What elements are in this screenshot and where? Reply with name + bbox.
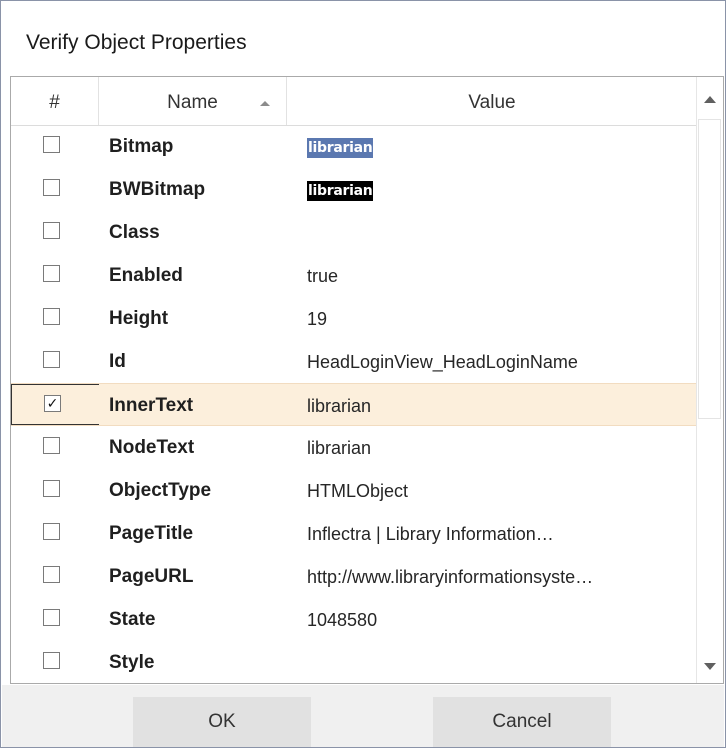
row-check-cell — [11, 469, 99, 512]
property-name: InnerText — [109, 395, 194, 416]
row-checkbox[interactable] — [43, 222, 60, 239]
sort-ascending-icon — [260, 101, 270, 106]
column-header-name[interactable]: Name — [99, 77, 287, 125]
table-row[interactable]: PageURL http://www.libraryinformationsyst… — [11, 555, 697, 598]
property-value: HTMLObject — [307, 481, 409, 501]
scroll-down-arrow-icon[interactable] — [697, 653, 723, 679]
table-row[interactable]: Id HeadLoginView_HeadLoginName — [11, 340, 697, 383]
grid-header: # Name Value — [11, 77, 697, 126]
row-check-cell — [11, 168, 99, 211]
cancel-button[interactable]: Cancel — [433, 697, 611, 747]
property-value: Inflectra | Library Information… — [307, 524, 554, 544]
table-row[interactable]: State 1048580 — [11, 598, 697, 641]
scrollbar-thumb[interactable] — [698, 119, 721, 419]
property-name: Style — [109, 652, 155, 673]
column-header-value[interactable]: Value — [287, 77, 697, 125]
row-check-cell — [11, 125, 99, 168]
row-check-cell — [11, 555, 99, 598]
bw-bitmap-image: librarian — [307, 181, 374, 202]
row-check-cell — [11, 598, 99, 641]
property-value: 1048580 — [307, 610, 378, 630]
row-checkbox[interactable] — [43, 480, 60, 497]
scroll-up-arrow-icon[interactable] — [697, 87, 723, 113]
property-name: PageTitle — [109, 523, 194, 544]
table-row[interactable]: Class — [11, 211, 697, 254]
row-checkbox[interactable] — [43, 566, 60, 583]
row-check-cell — [11, 641, 99, 683]
row-checkbox[interactable] — [43, 652, 60, 669]
row-checkbox[interactable] — [43, 179, 60, 196]
property-value: HeadLoginView_HeadLoginName — [307, 352, 578, 372]
row-checkbox[interactable] — [43, 609, 60, 626]
table-row[interactable]: Bitmap librarian — [11, 125, 697, 168]
row-checkbox[interactable] — [43, 437, 60, 454]
property-name: Class — [109, 222, 160, 243]
property-value: true — [307, 266, 339, 286]
property-name: Id — [109, 351, 126, 372]
row-checkbox[interactable] — [43, 308, 60, 325]
verify-object-properties-dialog: Verify Object Properties # Name Value Bi… — [0, 0, 726, 748]
table-row[interactable]: ObjectType HTMLObject — [11, 469, 697, 512]
row-check-cell — [11, 426, 99, 469]
property-name: PageURL — [109, 566, 194, 587]
property-value: librarian — [307, 438, 372, 458]
row-check-cell — [11, 512, 99, 555]
bitmap-image: librarian — [307, 138, 374, 159]
row-checkbox[interactable]: ✓ — [44, 395, 61, 412]
property-name: Bitmap — [109, 136, 174, 157]
property-name: State — [109, 609, 156, 630]
property-value: librarian — [307, 396, 372, 416]
checkmark-icon: ✓ — [46, 395, 59, 411]
property-name: ObjectType — [109, 480, 212, 501]
property-name: Height — [109, 308, 169, 329]
property-name: BWBitmap — [109, 179, 206, 200]
table-row[interactable]: Style — [11, 641, 697, 683]
properties-grid: # Name Value Bitmap librarian BWBitmap libr… — [10, 76, 724, 684]
ok-button[interactable]: OK — [133, 697, 311, 747]
vertical-scrollbar[interactable] — [696, 77, 723, 683]
dialog-title: Verify Object Properties — [26, 31, 247, 54]
column-header-name-label: Name — [167, 92, 218, 113]
row-check-cell: ✓ — [11, 384, 99, 425]
row-check-cell — [11, 211, 99, 254]
row-check-cell — [11, 297, 99, 340]
table-row[interactable]: Height 19 — [11, 297, 697, 340]
table-row[interactable]: NodeText librarian — [11, 426, 697, 469]
table-row[interactable]: PageTitle Inflectra | Library Information… — [11, 512, 697, 555]
property-value — [307, 211, 691, 254]
property-value: http://www.libraryinformationsyste… — [307, 567, 594, 587]
row-check-cell — [11, 340, 99, 383]
property-name: Enabled — [109, 265, 183, 286]
row-checkbox[interactable] — [43, 136, 60, 153]
property-value: 19 — [307, 309, 328, 329]
column-header-number[interactable]: # — [11, 77, 99, 125]
property-value: librarian — [307, 168, 691, 211]
dialog-footer: OK Cancel — [2, 685, 724, 747]
table-row[interactable]: Enabled true — [11, 254, 697, 297]
property-value: librarian — [307, 125, 691, 168]
grid-rows: Bitmap librarian BWBitmap librarian Class Ena… — [11, 125, 697, 683]
table-row[interactable]: BWBitmap librarian — [11, 168, 697, 211]
property-name: NodeText — [109, 437, 195, 458]
row-check-cell — [11, 254, 99, 297]
property-value — [307, 641, 691, 683]
row-checkbox[interactable] — [43, 351, 60, 368]
row-checkbox[interactable] — [43, 265, 60, 282]
table-row[interactable]: ✓ InnerText librarian — [11, 383, 697, 426]
row-checkbox[interactable] — [43, 523, 60, 540]
